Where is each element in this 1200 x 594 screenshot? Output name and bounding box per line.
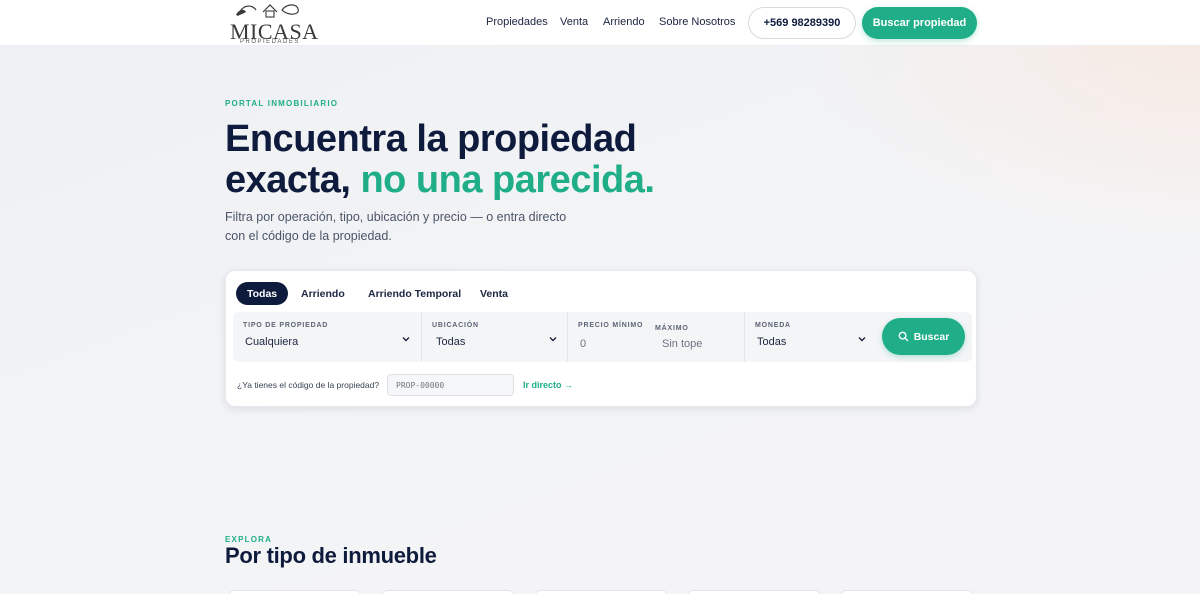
moneda-select[interactable]: MONEDA Todas — [745, 312, 877, 362]
buscar-button[interactable]: Buscar — [882, 318, 965, 355]
moneda-value: Todas — [757, 336, 787, 348]
codigo-pregunta: ¿Ya tienes el código de la propiedad? — [237, 380, 380, 390]
category-card[interactable] — [229, 590, 361, 594]
moneda-label: MONEDA — [755, 322, 791, 329]
nav-venta[interactable]: Venta — [560, 16, 588, 28]
tab-venta[interactable]: Venta — [469, 282, 519, 305]
category-card[interactable] — [382, 590, 514, 594]
tipo-propiedad-value: Cualquiera — [245, 336, 299, 348]
section-title: Por tipo de inmueble — [225, 543, 437, 568]
hero-title-line-2: exacta, no una parecida. — [225, 159, 655, 201]
buscar-propiedad-button[interactable]: Buscar propiedad — [862, 7, 977, 39]
hero-title-line-1: Encuentra la propiedad — [225, 118, 637, 160]
hero-title: Encuentra la propiedad exacta, no una pa… — [225, 118, 655, 201]
hero-title-accent: no una parecida. — [360, 159, 655, 201]
hero-title-plain: exacta, — [225, 159, 361, 201]
ubicacion-select[interactable]: UBICACIÓN Todas — [422, 312, 568, 362]
tipo-propiedad-label: TIPO DE PROPIEDAD — [243, 322, 329, 329]
category-card[interactable] — [841, 590, 973, 594]
logo[interactable]: MICASA PROPIEDADES — [226, 0, 318, 46]
codigo-input[interactable] — [387, 374, 514, 396]
tipo-propiedad-select[interactable]: TIPO DE PROPIEDAD Cualquiera — [233, 312, 422, 362]
chevron-down-icon — [549, 337, 557, 342]
tab-arriendo[interactable]: Arriendo — [290, 282, 356, 305]
precio-maximo-placeholder: Sin tope — [662, 338, 703, 350]
precio-maximo-field[interactable]: MÁXIMO Sin tope — [650, 312, 745, 362]
site-header: MICASA PROPIEDADES Propiedades Venta Arr… — [0, 0, 1200, 46]
precio-minimo-label: PRECIO MÍNIMO — [578, 322, 644, 329]
buscar-label: Buscar — [913, 330, 950, 343]
precio-maximo-label: MÁXIMO — [655, 325, 689, 332]
nav-sobre-nosotros[interactable]: Sobre Nosotros — [659, 16, 735, 28]
nav-propiedades[interactable]: Propiedades — [486, 16, 548, 28]
chevron-down-icon — [402, 337, 410, 342]
nav-arriendo[interactable]: Arriendo — [603, 16, 645, 28]
chevron-down-icon — [858, 337, 866, 342]
phone-button[interactable]: +569 98289390 — [748, 7, 856, 39]
ubicacion-value: Todas — [436, 336, 466, 348]
precio-minimo-field[interactable]: PRECIO MÍNIMO 0 — [568, 312, 650, 362]
filters-bar: TIPO DE PROPIEDAD Cualquiera UBICACIÓN T… — [233, 312, 972, 362]
search-icon — [898, 331, 908, 342]
ir-directo-link[interactable]: Ir directo → — [523, 380, 573, 390]
category-card[interactable] — [688, 590, 820, 594]
tab-todas[interactable]: Todas — [236, 282, 289, 305]
tab-arriendo-temporal[interactable]: Arriendo Temporal — [357, 282, 472, 305]
logo-leaf-house-icon — [236, 4, 299, 18]
ubicacion-label: UBICACIÓN — [432, 322, 479, 329]
category-card[interactable] — [535, 590, 667, 594]
precio-minimo-placeholder: 0 — [580, 338, 587, 350]
hero-glow — [800, 46, 1200, 246]
hero-eyebrow: PORTAL INMOBILIARIO — [225, 99, 339, 108]
hero-subtitle: Filtra por operación, tipo, ubicación y … — [225, 210, 567, 243]
logo-subtitle: PROPIEDADES — [240, 39, 300, 45]
search-card: Todas Arriendo Arriendo Temporal Venta T… — [225, 270, 977, 407]
